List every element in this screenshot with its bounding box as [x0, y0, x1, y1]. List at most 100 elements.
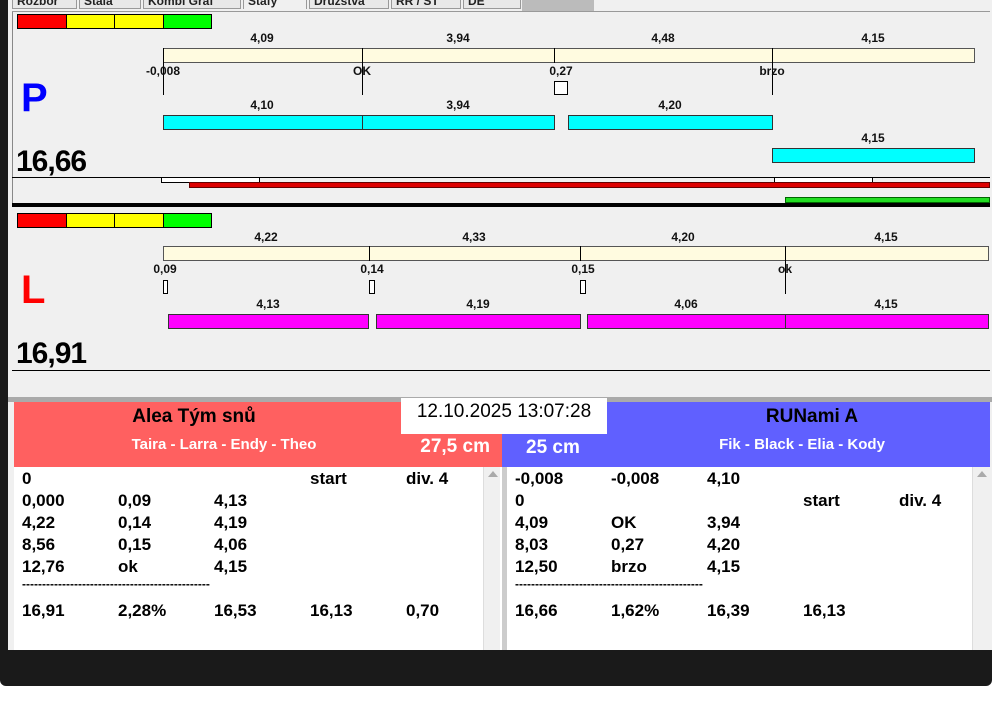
l-leg-label: 4,13	[256, 297, 280, 311]
tab-kombi-graf[interactable]: Kombi Graf	[143, 0, 241, 9]
list-cell: brzo	[611, 557, 647, 576]
list-row: 8,56 0,15 4,06	[14, 535, 502, 557]
tab-rozbor[interactable]: Rozbor	[12, 0, 77, 9]
list-cell: 12,50	[515, 557, 558, 576]
list-cell: 4,20	[707, 535, 741, 554]
l-mark-label: 0,15	[571, 262, 595, 276]
scroll-up-icon[interactable]	[488, 471, 498, 477]
summary-cell: 16,91	[22, 601, 65, 620]
left-results-list[interactable]: 0 start div. 4 0,000 0,09 4,13 4,22 0,14 4,19 8,5…	[14, 467, 502, 650]
l-mark-label: 0,14	[360, 262, 384, 276]
p-leg-label: 4,10	[250, 98, 274, 112]
summary-cell: 1,62%	[611, 601, 660, 620]
list-cell: 0,000	[22, 491, 65, 510]
list-cell: -0,008	[611, 469, 660, 488]
p-tick	[554, 48, 555, 63]
l-split-label: 4,33	[462, 230, 486, 244]
list-cell: 0	[515, 491, 525, 510]
list-row: 12,50 brzo 4,15	[507, 557, 990, 579]
p-split-label: 4,48	[651, 31, 675, 45]
p-mark-label: 0,27	[549, 64, 573, 78]
scroll-up-icon[interactable]	[977, 471, 987, 477]
tab-de[interactable]: DE	[463, 0, 521, 9]
summary-cell: 16,53	[214, 601, 257, 620]
l-split-label: 4,15	[874, 230, 898, 244]
summary-row: 16,91 2,28% 16,53 16,13 0,70	[14, 601, 502, 623]
list-cell: 4,13	[214, 491, 248, 510]
tab-druzstva[interactable]: Družstva	[309, 0, 389, 9]
tab-stafy[interactable]: Stafy	[243, 0, 307, 9]
list-cell: OK	[611, 513, 637, 532]
p-mark-label: brzo	[759, 64, 785, 78]
l-mark-label: 0,09	[153, 262, 177, 276]
p-indicator-yellow	[114, 14, 164, 29]
l-exchange-marker	[163, 280, 168, 294]
list-cell: 8,56	[22, 535, 56, 554]
list-cell: div. 4	[899, 491, 942, 510]
summary-cell: 0,70	[406, 601, 440, 620]
p-lane-letter: P	[21, 76, 48, 120]
l-exchange-marker	[580, 280, 586, 294]
tab-rr-st[interactable]: RR / ST	[391, 0, 461, 9]
p-indicator-red	[17, 14, 67, 29]
l-indicator-yellow	[66, 213, 115, 228]
list-row: 0,000 0,09 4,13	[14, 491, 502, 513]
left-team-height: 27,5 cm	[420, 436, 490, 457]
list-row: 4,09 OK 3,94	[507, 513, 990, 535]
l-indicator-red	[17, 213, 67, 228]
summary-cell: 16,13	[310, 601, 353, 620]
list-cell: 4,09	[515, 513, 549, 532]
summary-cell: 16,66	[515, 601, 558, 620]
l-tick	[369, 246, 370, 261]
l-indicator-green	[163, 213, 212, 228]
list-cell: 4,15	[707, 557, 741, 576]
list-cell: 8,03	[515, 535, 549, 554]
l-leg-bar	[168, 314, 369, 329]
summary-cell: 16,13	[803, 601, 846, 620]
p-split-label: 4,15	[861, 31, 885, 45]
tab-strip-filler	[522, 0, 594, 11]
p-leg-bar	[568, 115, 773, 130]
p-leg-label: 4,15	[861, 131, 885, 145]
list-cell: 4,10	[707, 469, 741, 488]
l-reference-bar	[163, 246, 989, 261]
l-split-label: 4,22	[254, 230, 278, 244]
list-cell: 4,19	[214, 513, 248, 532]
l-indicator-yellow	[114, 213, 164, 228]
list-cell: 4,15	[214, 557, 248, 576]
summary-cell: 2,28%	[118, 601, 167, 620]
l-total-time: 16,91	[16, 337, 87, 370]
p-total-time: 16,66	[16, 145, 87, 178]
list-cell: 0,09	[118, 491, 152, 510]
p-leg-bar	[163, 115, 363, 130]
list-cell: 0,15	[118, 535, 152, 554]
right-list-scrollbar[interactable]	[972, 467, 990, 650]
tab-stala[interactable]: Stála	[79, 0, 141, 9]
l-leg-bar	[785, 314, 989, 329]
list-cell: 0	[22, 469, 32, 488]
p-split-label: 3,94	[446, 31, 470, 45]
list-cell: div. 4	[406, 469, 449, 488]
list-cell: 4,06	[214, 535, 248, 554]
l-leg-label: 4,15	[874, 297, 898, 311]
p-leg-label: 4,20	[658, 98, 682, 112]
l-exchange-marker	[369, 280, 375, 294]
list-row: -0,008 -0,008 4,10	[507, 469, 990, 491]
p-leg-bar	[362, 115, 555, 130]
right-results-list[interactable]: -0,008 -0,008 4,10 0 start div. 4 4,09 OK 3,94 8,…	[507, 467, 990, 650]
right-team-height: 25 cm	[526, 437, 580, 458]
summary-cell: 16,39	[707, 601, 750, 620]
l-mark-label: ok	[777, 262, 793, 276]
list-cell: 0,14	[118, 513, 152, 532]
list-cell: 4,22	[22, 513, 56, 532]
list-row: 4,22 0,14 4,19	[14, 513, 502, 535]
p-leg-label: 3,94	[446, 98, 470, 112]
list-cell: start	[310, 469, 347, 488]
left-list-scrollbar[interactable]	[483, 467, 500, 650]
l-timeline-axis	[12, 370, 990, 371]
l-tick	[580, 246, 581, 261]
list-row: 12,76 ok 4,15	[14, 557, 502, 579]
p-timeline-red-bar	[189, 182, 990, 188]
p-leg-bar	[772, 148, 975, 163]
list-cell: 3,94	[707, 513, 741, 532]
